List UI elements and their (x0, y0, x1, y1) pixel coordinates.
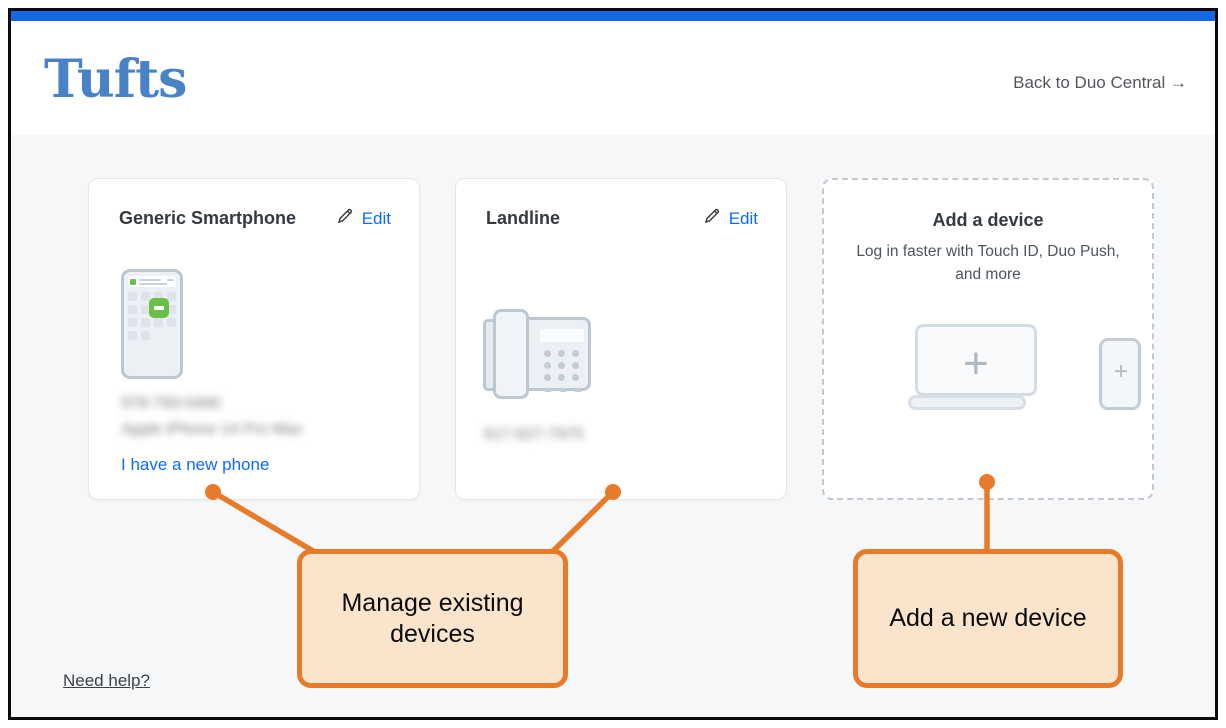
callout-manage-devices: Manage existing devices (297, 549, 568, 688)
back-to-duo-central-link[interactable]: Back to Duo Central → (1013, 73, 1187, 93)
card-title: Landline (486, 208, 560, 229)
card-title: Generic Smartphone (119, 208, 296, 229)
smartphone-icon (121, 269, 183, 379)
edit-link-label: Edit (362, 209, 391, 229)
edit-link-label: Edit (729, 209, 758, 229)
callout-label: Add a new device (889, 603, 1086, 634)
phone-display (540, 329, 584, 342)
laptop-screen: + (915, 324, 1037, 396)
add-device-title: Add a device (824, 210, 1152, 231)
redacted-phone-number: 978-790-0490 (121, 391, 221, 417)
laptop-base (908, 395, 1026, 410)
pencil-icon (336, 207, 354, 230)
add-device-card[interactable]: Add a device Log in faster with Touch ID… (822, 178, 1154, 500)
edit-device-button[interactable]: Edit (336, 207, 391, 230)
callout-add-device: Add a new device (853, 549, 1123, 688)
header: Tufts Back to Duo Central → (11, 21, 1215, 135)
device-card-smartphone: Generic Smartphone Edit (88, 178, 420, 500)
tufts-logo: Tufts (44, 49, 186, 110)
plus-icon: + (1114, 363, 1128, 381)
redacted-phone-number: 617-627-7975 (484, 422, 584, 448)
edit-device-button[interactable]: Edit (703, 207, 758, 230)
top-accent-bar (11, 11, 1215, 21)
landline-phone-icon (481, 309, 621, 404)
push-notification-banner (128, 276, 176, 287)
phone-handset (493, 309, 529, 399)
need-help-link[interactable]: Need help? (63, 671, 150, 691)
mobile-phone: + (1099, 338, 1141, 410)
redacted-device-model: Apple iPhone 14 Pro Max (121, 417, 302, 443)
plus-icon: + (963, 349, 989, 379)
pencil-icon (703, 207, 721, 230)
callout-label: Manage existing devices (324, 588, 541, 650)
laptop-phone-add-icon: + + (904, 318, 1154, 418)
duo-app-icon (149, 298, 169, 318)
new-phone-link[interactable]: I have a new phone (121, 455, 269, 475)
add-device-subtitle: Log in faster with Touch ID, Duo Push, a… (850, 240, 1126, 286)
phone-keypad (544, 350, 582, 392)
device-card-landline: Landline Edit (455, 178, 787, 500)
